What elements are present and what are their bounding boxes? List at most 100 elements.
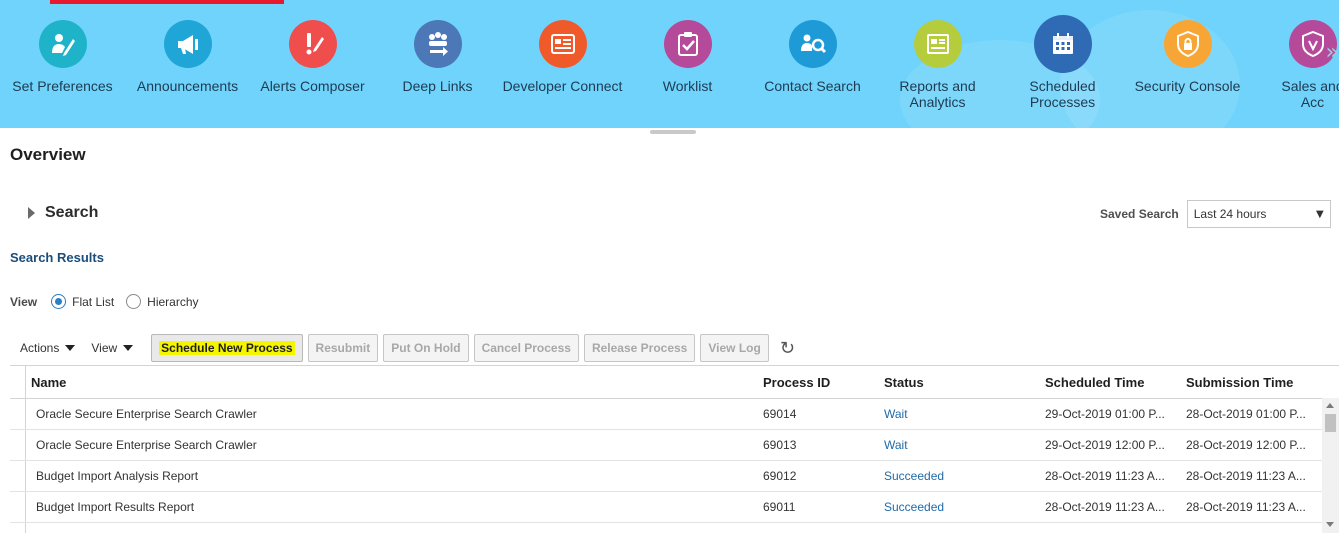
saved-search-select[interactable]: Last 24 hours ▼ [1186, 200, 1331, 228]
megaphone-icon [163, 20, 212, 68]
cell-submission-time: 28-Oct-2019 11:23 A... [1186, 500, 1306, 514]
column-header-scheduled-time[interactable]: Scheduled Time [1045, 366, 1175, 398]
cell-process-id: 69013 [763, 438, 797, 452]
shield-lock-icon [1163, 20, 1212, 68]
row-selector[interactable] [10, 461, 26, 491]
search-heading: Search [45, 204, 99, 221]
row-selector[interactable] [10, 430, 26, 460]
tile-developer-connect[interactable]: Developer Connect [500, 20, 625, 94]
resubmit-button[interactable]: Resubmit [307, 334, 379, 362]
put-on-hold-button[interactable]: Put On Hold [383, 334, 469, 362]
tile-label: Set Preferences [12, 78, 113, 94]
tile-alerts-composer[interactable]: Alerts Composer [250, 20, 375, 94]
cell-status: Succeeded [884, 461, 1034, 491]
dropdown-arrow-icon: ▼ [1316, 208, 1324, 220]
tile-label: Deep Links [402, 78, 473, 94]
springboard: Set Preferences Announcements Alerts Com… [0, 0, 1339, 128]
disclosure-triangle-icon [28, 207, 35, 219]
tile-reports-analytics[interactable]: Reports and Analytics [875, 20, 1000, 110]
alert-composer-icon [288, 20, 337, 68]
schedule-new-process-button[interactable]: Schedule New Process [151, 334, 303, 362]
contact-search-icon [788, 20, 837, 68]
cell-scheduled-time: 29-Oct-2019 01:00 P... [1045, 407, 1165, 421]
actions-menu-label: Actions [20, 341, 60, 355]
cell-process-id: 69014 [763, 407, 797, 421]
status-link[interactable]: Succeeded [884, 469, 944, 483]
tile-label: Security Console [1134, 78, 1241, 94]
tile-label: Worklist [662, 78, 713, 94]
cell-scheduled-time: 28-Oct-2019 11:23 A... [1045, 500, 1165, 514]
tile-label: Announcements [136, 78, 239, 94]
column-header-process-id[interactable]: Process ID [763, 366, 873, 398]
cell-status: Succeeded [884, 492, 1034, 522]
cell-submission-time: 28-Oct-2019 11:23 A... [1186, 469, 1306, 483]
status-link[interactable]: Succeeded [884, 500, 944, 514]
view-mode-label: View [10, 294, 38, 309]
search-disclosure[interactable]: Search [28, 204, 98, 222]
view-menu-label: View [91, 341, 118, 355]
tile-label: Contact Search [764, 78, 861, 94]
developer-connect-icon [538, 20, 587, 68]
table-row[interactable]: Budget Import Results Report 69011 Succe… [10, 492, 1322, 523]
table-row-partial[interactable] [10, 523, 1322, 533]
view-menu[interactable]: View [91, 341, 134, 355]
collapse-splitter-handle[interactable] [650, 130, 696, 134]
cell-name: Oracle Secure Enterprise Search Crawler [36, 438, 257, 452]
refresh-icon[interactable]: ↻ [780, 338, 795, 359]
cell-submission-time: 28-Oct-2019 01:00 P... [1186, 407, 1306, 421]
view-log-button[interactable]: View Log [700, 334, 769, 362]
table-vertical-scrollbar[interactable] [1322, 398, 1339, 533]
radio-hierarchy[interactable] [126, 294, 142, 309]
tile-scheduled-processes[interactable]: Scheduled Processes [1000, 15, 1125, 110]
radio-flat-list[interactable] [51, 294, 67, 309]
release-process-button[interactable]: Release Process [583, 334, 696, 362]
page-title: Overview [10, 145, 86, 164]
row-selector[interactable] [10, 523, 26, 533]
saved-search-value: Last 24 hours [1193, 207, 1267, 221]
tile-security-console[interactable]: Security Console [1125, 20, 1250, 94]
cancel-process-button[interactable]: Cancel Process [473, 334, 579, 362]
tile-label: Sales and Acc [1281, 78, 1339, 110]
tile-label: Reports and Analytics [899, 78, 976, 110]
schedule-new-process-label: Schedule New Process [159, 341, 295, 355]
view-mode-group: View Flat List Hierarchy [10, 294, 211, 309]
deep-links-icon [413, 20, 462, 68]
active-indicator-bar [50, 0, 284, 4]
saved-search-label: Saved Search [1100, 207, 1179, 221]
tile-set-preferences[interactable]: Set Preferences [0, 20, 125, 94]
column-header-submission-time[interactable]: Submission Time [1186, 366, 1316, 398]
tile-worklist[interactable]: Worklist [625, 20, 750, 94]
scroll-down-arrow-icon[interactable] [1326, 522, 1334, 527]
table-row[interactable]: Budget Import Analysis Report 69012 Succ… [10, 461, 1322, 492]
process-table: Name Process ID Status Scheduled Time Su… [10, 365, 1339, 533]
tile-sales-and-accounts[interactable]: Sales and Acc [1250, 20, 1339, 110]
table-header-row: Name Process ID Status Scheduled Time Su… [10, 366, 1322, 399]
table-row[interactable]: Oracle Secure Enterprise Search Crawler … [10, 399, 1322, 430]
status-link[interactable]: Wait [884, 407, 908, 421]
calendar-icon [1033, 15, 1092, 73]
scrollbar-thumb[interactable] [1325, 414, 1336, 432]
caret-down-icon [65, 345, 76, 351]
actions-menu[interactable]: Actions [20, 341, 76, 355]
view-option-hierarchy[interactable]: Hierarchy [126, 294, 199, 309]
reports-icon [913, 20, 962, 68]
cell-name: Budget Import Results Report [36, 500, 195, 514]
scroll-up-arrow-icon[interactable] [1326, 403, 1334, 408]
view-option-flat-list[interactable]: Flat List [51, 294, 114, 309]
row-selector[interactable] [10, 399, 26, 429]
tile-announcements[interactable]: Announcements [125, 20, 250, 94]
table-row[interactable]: Oracle Secure Enterprise Search Crawler … [10, 430, 1322, 461]
row-selector-column [10, 366, 26, 398]
cell-scheduled-time: 29-Oct-2019 12:00 P... [1045, 438, 1165, 452]
worklist-icon [663, 20, 712, 68]
column-header-name[interactable]: Name [31, 366, 731, 398]
radio-label: Flat List [72, 294, 115, 309]
column-header-status[interactable]: Status [884, 366, 1034, 398]
cell-status: Wait [884, 399, 1034, 429]
tile-label: Scheduled Processes [1029, 78, 1096, 110]
row-selector[interactable] [10, 492, 26, 522]
scroll-right-chevron-icon[interactable]: » [1326, 40, 1339, 65]
tile-contact-search[interactable]: Contact Search [750, 20, 875, 94]
tile-deep-links[interactable]: Deep Links [375, 20, 500, 94]
status-link[interactable]: Wait [884, 438, 908, 452]
